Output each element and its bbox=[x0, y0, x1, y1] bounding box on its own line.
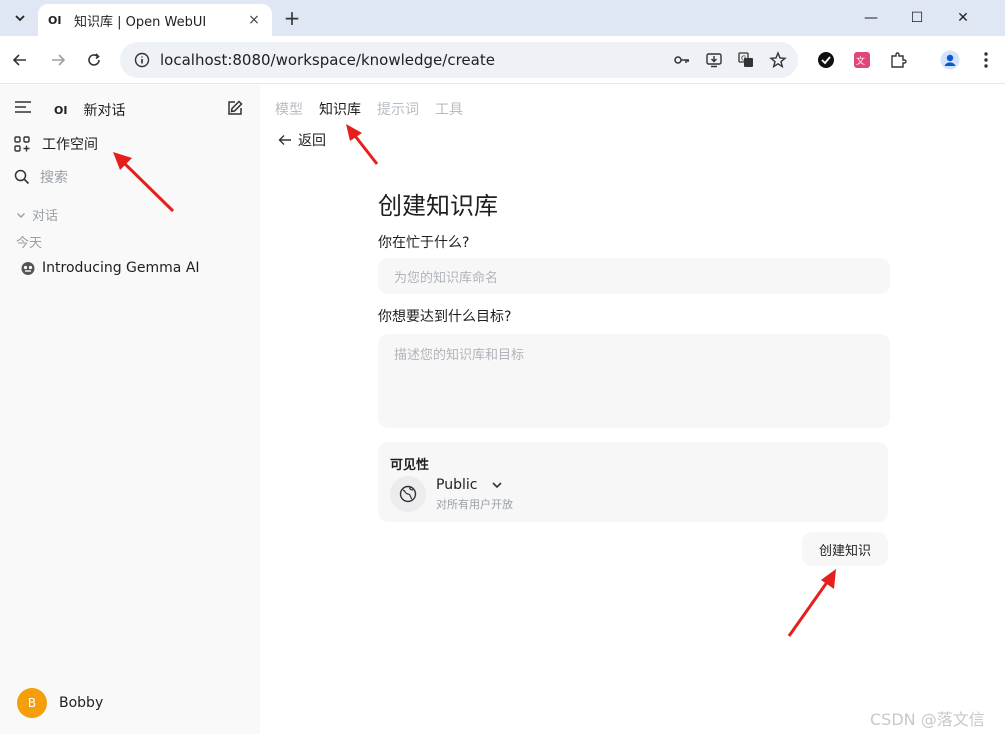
url-text: localhost:8080/workspace/knowledge/creat… bbox=[160, 51, 495, 69]
name-label: 你在忙于什么? bbox=[378, 235, 470, 251]
reload-button[interactable] bbox=[82, 48, 106, 72]
arrow-right-icon bbox=[52, 54, 66, 66]
tab-title: 知识库 | Open WebUI bbox=[74, 14, 207, 30]
chat-title: Introducing Gemma AI bbox=[42, 260, 200, 276]
svg-text:文: 文 bbox=[856, 55, 865, 67]
menu-icon bbox=[15, 101, 31, 113]
goal-label: 你想要达到什么目标? bbox=[378, 309, 512, 325]
chevron-down-icon bbox=[15, 15, 25, 22]
visibility-value: Public bbox=[436, 477, 478, 493]
key-icon[interactable] bbox=[672, 50, 692, 70]
knowledge-name-input[interactable]: 为您的知识库命名 bbox=[378, 258, 890, 294]
browser-toolbar: localhost:8080/workspace/knowledge/creat… bbox=[0, 36, 1005, 84]
profile-avatar-icon[interactable] bbox=[940, 50, 960, 70]
sidebar: OI 新对话 工作空间 搜索 对话 今天 Introducing Gemma A… bbox=[0, 84, 260, 734]
close-window-button[interactable]: ✕ bbox=[940, 0, 986, 36]
today-label: 今天 bbox=[16, 236, 43, 251]
watermark: CSDN @落文信 bbox=[870, 710, 985, 729]
visibility-panel: 可见性 Public 对所有用户开放 bbox=[378, 442, 888, 522]
sidebar-search[interactable]: 搜索 bbox=[14, 167, 68, 187]
edit-icon bbox=[228, 100, 243, 115]
visibility-label: 可见性 bbox=[390, 458, 430, 473]
search-icon bbox=[14, 169, 30, 185]
address-bar[interactable]: localhost:8080/workspace/knowledge/creat… bbox=[120, 42, 798, 78]
arrow-left-icon bbox=[12, 54, 26, 66]
main-content: 模型 知识库 提示词 工具 返回 创建知识库 你在忙于什么? 为您的知识库命名 … bbox=[260, 84, 1005, 734]
tab-knowledge[interactable]: 知识库 bbox=[319, 99, 361, 119]
sidebar-item-workspace-label: 工作空间 bbox=[42, 137, 98, 153]
forward-button[interactable] bbox=[46, 48, 70, 72]
create-knowledge-form: 创建知识库 你在忙于什么? 为您的知识库命名 你想要达到什么目标? 描述您的知识… bbox=[378, 186, 890, 566]
visibility-select[interactable]: Public bbox=[436, 477, 503, 493]
arrow-left-icon bbox=[278, 135, 291, 145]
workspace-tabs: 模型 知识库 提示词 工具 bbox=[275, 99, 463, 119]
translate-icon[interactable]: G bbox=[736, 50, 756, 70]
visibility-description: 对所有用户开放 bbox=[436, 498, 513, 511]
date-group-label: 今天 bbox=[16, 232, 42, 251]
browser-tab[interactable]: OI 知识库 | Open WebUI × bbox=[38, 4, 272, 36]
tab-models[interactable]: 模型 bbox=[275, 99, 303, 119]
reload-icon bbox=[88, 53, 100, 66]
more-menu-icon[interactable] bbox=[976, 50, 996, 70]
sidebar-item-workspace[interactable]: 工作空间 bbox=[14, 134, 98, 154]
chat-list-item[interactable]: Introducing Gemma AI bbox=[20, 260, 200, 276]
user-name: Bobby bbox=[59, 695, 104, 711]
new-chat-button[interactable]: OI 新对话 bbox=[54, 100, 125, 120]
chevron-down-icon bbox=[492, 482, 503, 489]
site-info-icon[interactable] bbox=[134, 52, 150, 68]
tab-tools[interactable]: 工具 bbox=[435, 99, 463, 119]
extension-check-icon[interactable] bbox=[816, 50, 836, 70]
knowledge-description-input[interactable]: 描述您的知识库和目标 bbox=[378, 334, 890, 428]
chats-section-toggle[interactable]: 对话 bbox=[16, 205, 58, 224]
user-menu[interactable]: B Bobby bbox=[17, 688, 103, 718]
tab-favicon: OI bbox=[48, 13, 62, 27]
extensions-puzzle-icon[interactable] bbox=[888, 50, 908, 70]
svg-text:G: G bbox=[741, 55, 746, 63]
create-knowledge-button[interactable]: 创建知识 bbox=[802, 532, 888, 566]
gemma-emoji-icon bbox=[21, 262, 35, 275]
extension-translate-icon[interactable]: 文 bbox=[852, 50, 872, 70]
chevron-down-icon bbox=[17, 212, 25, 218]
minimize-button[interactable]: — bbox=[848, 0, 894, 36]
avatar: B bbox=[17, 688, 47, 718]
new-chat-label: 新对话 bbox=[83, 103, 126, 119]
tab-search-button[interactable] bbox=[8, 6, 32, 30]
maximize-button[interactable]: ☐ bbox=[894, 0, 940, 36]
bookmark-star-icon[interactable] bbox=[768, 50, 788, 70]
logo-icon: OI bbox=[54, 103, 68, 117]
back-button[interactable] bbox=[8, 48, 32, 72]
page-title: 创建知识库 bbox=[378, 192, 498, 220]
back-link[interactable]: 返回 bbox=[278, 130, 326, 150]
tab-prompts[interactable]: 提示词 bbox=[377, 99, 419, 119]
sidebar-toggle-button[interactable] bbox=[14, 100, 32, 114]
compose-button[interactable] bbox=[226, 99, 244, 117]
search-placeholder: 搜索 bbox=[40, 170, 68, 186]
browser-tab-bar: OI 知识库 | Open WebUI × + — ☐ ✕ bbox=[0, 0, 1005, 36]
chats-section-label: 对话 bbox=[32, 209, 59, 224]
install-app-icon[interactable] bbox=[704, 50, 724, 70]
back-label: 返回 bbox=[298, 133, 326, 149]
new-tab-button[interactable]: + bbox=[280, 6, 304, 30]
tab-close-button[interactable]: × bbox=[246, 12, 262, 28]
grid-icon bbox=[14, 136, 30, 152]
globe-icon bbox=[390, 476, 426, 512]
